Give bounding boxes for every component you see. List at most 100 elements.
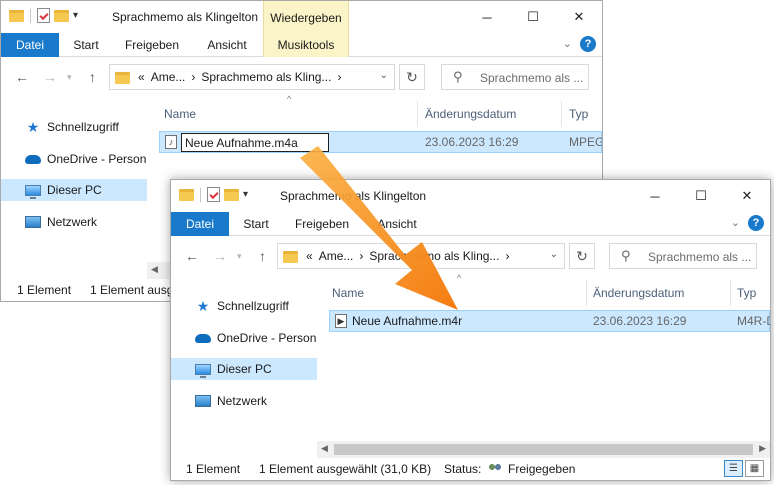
close-icon[interactable]: ✕ bbox=[556, 1, 602, 33]
breadcrumb-current[interactable]: Sprachmemo als Kling... bbox=[201, 70, 331, 84]
nav-netzwerk[interactable]: Netzwerk bbox=[171, 390, 317, 412]
computer-icon bbox=[25, 184, 41, 199]
folder-icon bbox=[179, 188, 194, 201]
sort-ascending-icon: ^ bbox=[457, 273, 462, 283]
close-icon[interactable]: ✕ bbox=[724, 180, 770, 212]
tab-freigeben[interactable]: Freigeben bbox=[283, 212, 361, 236]
explorer-window-front: ▾ Sprachmemo als Klingelton ─ ☐ ✕ Datei … bbox=[170, 179, 771, 481]
breadcrumb-overflow[interactable]: « bbox=[138, 70, 145, 84]
back-icon[interactable]: ← bbox=[15, 69, 29, 85]
status-item-count: 1 Element bbox=[186, 462, 241, 476]
rename-field[interactable] bbox=[181, 133, 329, 152]
column-header-date[interactable]: Änderungsdatum bbox=[593, 286, 684, 300]
maximize-icon[interactable]: ☐ bbox=[510, 1, 556, 33]
nav-netzwerk[interactable]: Netzwerk bbox=[1, 211, 147, 233]
nav-schnellzugriff[interactable]: ★ Schnellzugriff bbox=[171, 295, 317, 317]
forward-icon[interactable]: → bbox=[213, 248, 227, 264]
breadcrumb-separator[interactable]: › bbox=[359, 249, 363, 263]
address-bar[interactable]: « Ame... › Sprachmemo als Kling... › ⌄ bbox=[109, 64, 395, 90]
address-folder-icon bbox=[115, 72, 130, 84]
column-divider[interactable] bbox=[586, 280, 587, 306]
tab-freigeben[interactable]: Freigeben bbox=[113, 33, 191, 57]
breadcrumb-separator[interactable]: › bbox=[191, 70, 195, 84]
recent-dropdown-icon[interactable]: ▾ bbox=[67, 72, 72, 83]
up-icon[interactable]: ↑ bbox=[89, 69, 96, 85]
new-folder-icon[interactable] bbox=[54, 9, 69, 22]
nav-dieser-pc[interactable]: Dieser PC bbox=[171, 358, 317, 380]
tab-musiktools[interactable]: Musiktools bbox=[263, 33, 349, 57]
status-item-count: 1 Element bbox=[17, 283, 72, 297]
title-bar: ▾ Sprachmemo als Klingelton ─ ☐ ✕ bbox=[171, 180, 770, 212]
file-row-selected[interactable]: ▶ Neue Aufnahme.m4r 23.06.2023 16:29 M4R… bbox=[329, 310, 770, 332]
horizontal-scrollbar[interactable]: ◀ ▶ bbox=[317, 441, 770, 458]
ribbon-expand-icon[interactable]: ⌄ bbox=[731, 216, 740, 229]
tab-datei[interactable]: Datei bbox=[1, 33, 59, 57]
address-dropdown-icon[interactable]: ⌄ bbox=[380, 70, 388, 81]
address-folder-icon bbox=[283, 251, 298, 263]
nav-onedrive[interactable]: OneDrive - Person bbox=[171, 327, 317, 349]
refresh-icon[interactable]: ↻ bbox=[399, 64, 425, 90]
minimize-icon[interactable]: ─ bbox=[464, 1, 510, 33]
file-date: 23.06.2023 16:29 bbox=[425, 135, 519, 149]
nav-label: OneDrive - Person bbox=[217, 331, 317, 345]
new-folder-icon[interactable] bbox=[224, 188, 239, 201]
column-header-name[interactable]: Name bbox=[164, 107, 196, 121]
tab-datei[interactable]: Datei bbox=[171, 212, 229, 236]
search-box[interactable]: ⚲ Sprachmemo als ... bbox=[609, 243, 757, 269]
breadcrumb-current[interactable]: Sprachmemo als Kling... bbox=[369, 249, 499, 263]
details-view-icon[interactable]: ☰ bbox=[724, 460, 743, 477]
column-divider[interactable] bbox=[730, 280, 731, 306]
scroll-left-icon[interactable]: ◀ bbox=[321, 443, 328, 454]
scrollbar-thumb[interactable] bbox=[334, 444, 753, 455]
qat-dropdown-icon[interactable]: ▾ bbox=[73, 10, 78, 21]
column-header-type[interactable]: Typ bbox=[737, 286, 756, 300]
nav-onedrive[interactable]: OneDrive - Person bbox=[1, 148, 147, 170]
column-header-type[interactable]: Typ bbox=[569, 107, 588, 121]
back-icon[interactable]: ← bbox=[185, 248, 199, 264]
column-divider[interactable] bbox=[417, 101, 418, 127]
scroll-right-icon[interactable]: ▶ bbox=[759, 443, 766, 454]
window-title: Sprachmemo als Klingelton bbox=[280, 189, 427, 203]
window-title: Sprachmemo als Klingelton bbox=[112, 10, 259, 24]
search-box[interactable]: ⚲ Sprachmemo als ... bbox=[441, 64, 589, 90]
star-icon: ★ bbox=[26, 118, 40, 135]
context-tab-header[interactable]: Wiedergeben bbox=[263, 1, 349, 33]
address-dropdown-icon[interactable]: ⌄ bbox=[550, 249, 558, 260]
address-bar[interactable]: « Ame... › Sprachmemo als Kling... › ⌄ bbox=[277, 243, 565, 269]
tab-start[interactable]: Start bbox=[59, 33, 113, 57]
breadcrumb-ame[interactable]: Ame... bbox=[319, 249, 354, 263]
nav-label: Netzwerk bbox=[217, 394, 268, 408]
properties-icon[interactable] bbox=[37, 8, 50, 23]
scroll-left-icon[interactable]: ◀ bbox=[151, 264, 158, 275]
breadcrumb-separator-end[interactable]: › bbox=[505, 249, 509, 263]
nav-schnellzugriff[interactable]: ★ Schnellzugriff bbox=[1, 116, 147, 138]
column-divider[interactable] bbox=[561, 101, 562, 127]
minimize-icon[interactable]: ─ bbox=[632, 180, 678, 212]
search-icon: ⚲ bbox=[621, 248, 631, 263]
help-icon[interactable]: ? bbox=[748, 215, 764, 231]
refresh-icon[interactable]: ↻ bbox=[569, 243, 595, 269]
status-selection: 1 Element ausg bbox=[90, 283, 174, 297]
up-icon[interactable]: ↑ bbox=[259, 248, 266, 264]
star-icon: ★ bbox=[196, 297, 210, 314]
tab-start[interactable]: Start bbox=[229, 212, 283, 236]
tab-ansicht[interactable]: Ansicht bbox=[361, 212, 433, 236]
breadcrumb-separator-end[interactable]: › bbox=[337, 70, 341, 84]
title-bar: ▾ Sprachmemo als Klingelton Wiedergeben … bbox=[1, 1, 602, 33]
forward-icon[interactable]: → bbox=[43, 69, 57, 85]
recent-dropdown-icon[interactable]: ▾ bbox=[237, 251, 242, 262]
column-header-date[interactable]: Änderungsdatum bbox=[425, 107, 516, 121]
breadcrumb-ame[interactable]: Ame... bbox=[151, 70, 186, 84]
properties-icon[interactable] bbox=[207, 187, 220, 202]
large-icons-view-icon[interactable]: ▦ bbox=[745, 460, 764, 477]
file-row-selected[interactable]: ♪ 23.06.2023 16:29 MPEG bbox=[159, 131, 602, 153]
column-header-name[interactable]: Name bbox=[332, 286, 364, 300]
ribbon-expand-icon[interactable]: ⌄ bbox=[563, 37, 572, 50]
maximize-icon[interactable]: ☐ bbox=[678, 180, 724, 212]
qat-dropdown-icon[interactable]: ▾ bbox=[243, 189, 248, 200]
nav-dieser-pc[interactable]: Dieser PC bbox=[1, 179, 147, 201]
help-icon[interactable]: ? bbox=[580, 36, 596, 52]
tab-ansicht[interactable]: Ansicht bbox=[191, 33, 263, 57]
cloud-icon bbox=[195, 333, 211, 343]
breadcrumb-overflow[interactable]: « bbox=[306, 249, 313, 263]
